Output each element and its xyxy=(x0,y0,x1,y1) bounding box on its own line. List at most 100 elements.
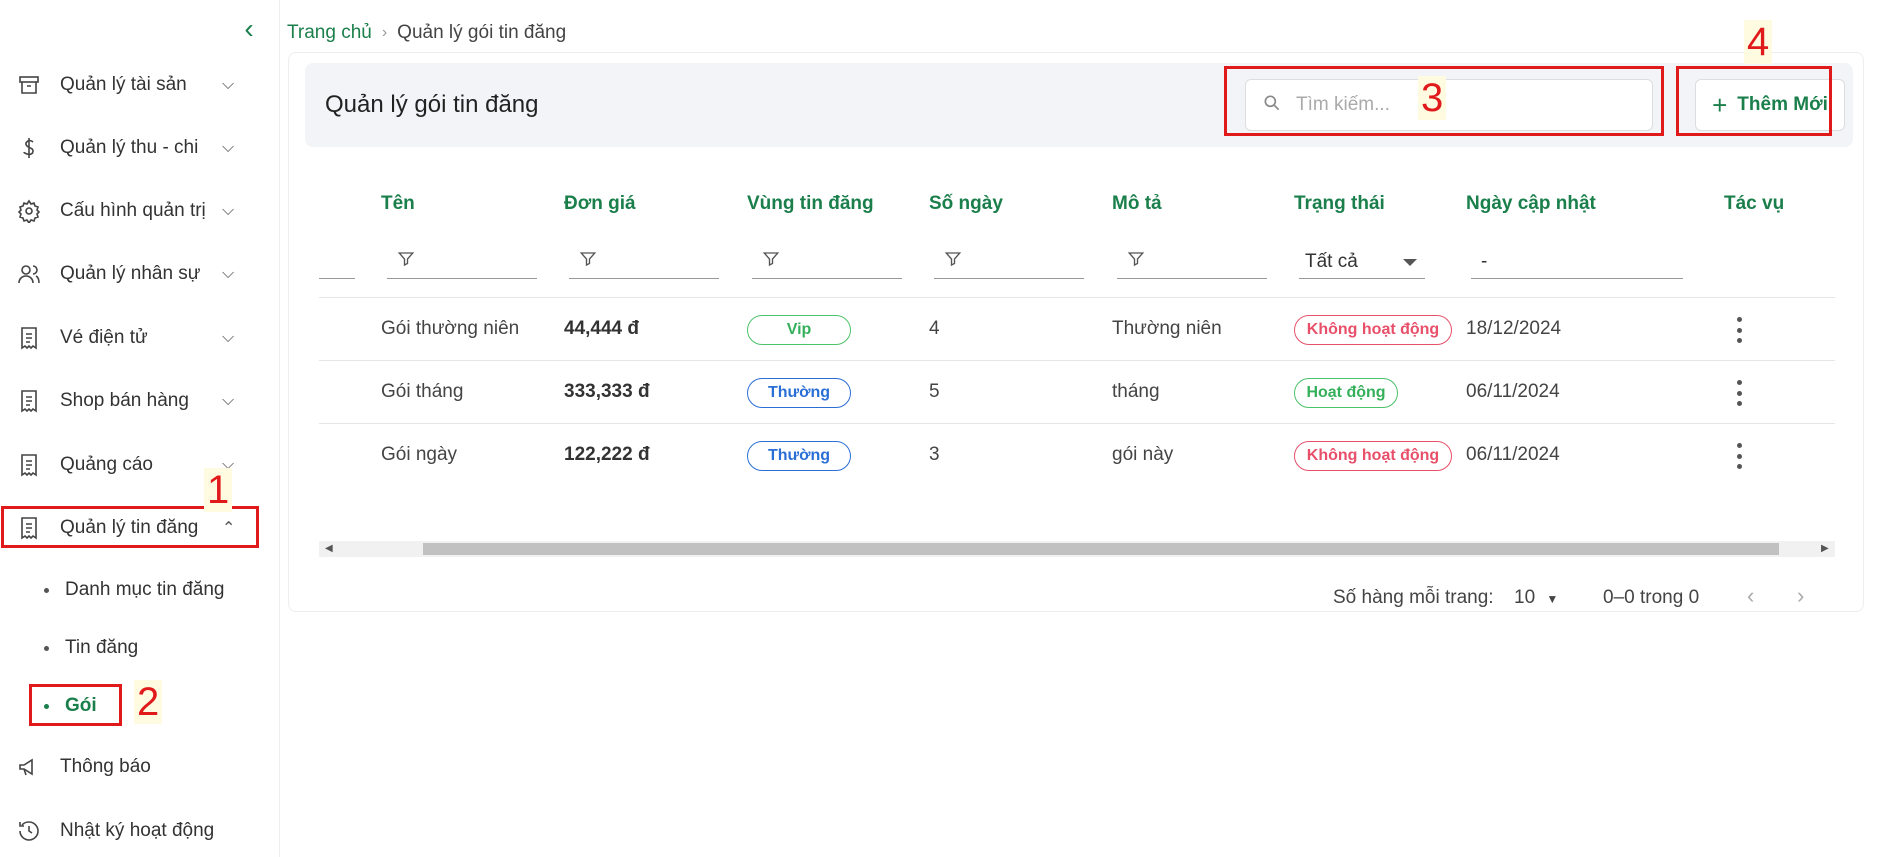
column-header-updated[interactable]: Ngày cập nhật xyxy=(1466,193,1596,215)
scrollbar-thumb[interactable] xyxy=(423,543,1779,555)
bullet-dot xyxy=(44,703,49,709)
archive-icon xyxy=(16,72,42,98)
filter-icon xyxy=(762,250,780,273)
sidebar-item-activity-log[interactable]: Nhật ký hoạt động xyxy=(0,805,260,857)
column-header-price[interactable]: Đơn giá xyxy=(564,193,636,215)
sidebar-subitem-label: Gói xyxy=(65,695,97,716)
sidebar-item-income-expense[interactable]: Quản lý thu - chi ⌵ xyxy=(0,122,260,174)
sidebar-item-staff[interactable]: Quản lý nhân sự ⌵ xyxy=(0,248,260,300)
sidebar-subitem-label: Tin đăng xyxy=(65,637,139,658)
filter-icon xyxy=(579,250,597,273)
rows-per-page-label: Số hàng mỗi trang: xyxy=(1333,587,1494,608)
cell-updated: 18/12/2024 xyxy=(1466,318,1562,339)
row-divider xyxy=(319,360,1835,361)
sidebar-subitem-label: Danh mục tin đăng xyxy=(65,579,225,600)
status-badge: Không hoạt động xyxy=(1294,441,1452,471)
content-card: Quản lý gói tin đăng + Thêm Mới Tên Đơn … xyxy=(288,52,1864,612)
status-badge: Không hoạt động xyxy=(1294,315,1452,345)
cell-name: Gói ngày xyxy=(381,444,458,465)
sidebar-item-shop[interactable]: Shop bán hàng ⌵ xyxy=(0,375,260,427)
filter-region[interactable] xyxy=(752,245,902,279)
annotation-marker-2: 2 xyxy=(134,680,163,724)
cell-updated: 06/11/2024 xyxy=(1466,381,1560,402)
chevron-down-icon: ⌵ xyxy=(222,392,235,409)
cell-days: 3 xyxy=(929,444,940,465)
sidebar-item-admin-config[interactable]: Cấu hình quản trị ⌵ xyxy=(0,185,260,237)
breadcrumb: Trang chủ › Quản lý gói tin đăng xyxy=(287,22,566,44)
sidebar-item-notifications[interactable]: Thông báo xyxy=(0,741,260,793)
filter-days[interactable] xyxy=(934,245,1084,279)
rows-per-page-select[interactable]: 10 ▼ xyxy=(1514,587,1558,609)
annotation-marker-1: 1 xyxy=(204,468,233,512)
filter-date-value: - xyxy=(1481,250,1488,272)
sidebar-subitem-packages[interactable]: Gói xyxy=(44,686,97,726)
breadcrumb-home-link[interactable]: Trang chủ xyxy=(287,22,372,44)
column-header-actions: Tác vụ xyxy=(1724,193,1785,214)
filter-icon xyxy=(397,250,415,273)
filter-icon xyxy=(944,250,962,273)
filter-name[interactable] xyxy=(387,245,537,279)
annotation-marker-3: 3 xyxy=(1418,76,1447,120)
more-options-icon[interactable] xyxy=(1735,380,1743,406)
filter-description[interactable] xyxy=(1117,245,1267,279)
search-box[interactable] xyxy=(1245,79,1653,131)
filter-status-select[interactable]: Tất cả xyxy=(1299,245,1425,279)
chevron-down-icon: ⌵ xyxy=(222,329,235,346)
sidebar-item-assets[interactable]: Quản lý tài sản ⌵ xyxy=(0,59,260,111)
more-options-icon[interactable] xyxy=(1735,317,1743,343)
chevron-down-icon: ⌵ xyxy=(222,202,235,219)
row-divider xyxy=(319,297,1835,298)
gear-icon xyxy=(16,198,42,224)
bullet-dot xyxy=(44,587,49,593)
sidebar-item-label: Quảng cáo xyxy=(60,454,153,475)
scroll-left-icon[interactable]: ◀ xyxy=(325,541,333,557)
sidebar-item-label: Cấu hình quản trị xyxy=(60,200,206,221)
annotation-marker-4: 4 xyxy=(1744,20,1773,64)
cell-description: tháng xyxy=(1112,381,1160,402)
receipt-icon xyxy=(16,452,42,478)
sidebar: ‹ Quản lý tài sản ⌵ Quản lý thu - chi ⌵ … xyxy=(0,0,280,857)
caret-down-icon xyxy=(1403,259,1417,266)
more-options-icon[interactable] xyxy=(1735,443,1743,469)
breadcrumb-current: Quản lý gói tin đăng xyxy=(397,22,567,43)
region-badge: Thường xyxy=(747,441,851,471)
plus-icon: + xyxy=(1712,89,1728,120)
sidebar-item-label: Quản lý tin đăng xyxy=(60,517,199,538)
column-header-name[interactable]: Tên xyxy=(381,193,415,215)
add-new-button[interactable]: + Thêm Mới xyxy=(1695,79,1845,131)
cell-name: Gói thường niên xyxy=(381,318,520,339)
filter-price[interactable] xyxy=(569,245,719,279)
region-badge: Thường xyxy=(747,378,851,408)
next-page-icon[interactable]: › xyxy=(1797,583,1804,609)
cell-updated: 06/11/2024 xyxy=(1466,444,1560,465)
scroll-right-icon[interactable]: ▶ xyxy=(1821,541,1829,557)
row-divider xyxy=(319,423,1835,424)
column-header-description[interactable]: Mô tả xyxy=(1112,193,1162,215)
region-badge: Vip xyxy=(747,315,851,345)
receipt-icon xyxy=(16,515,42,541)
pagination-range: 0–0 trong 0 xyxy=(1603,587,1700,608)
column-header-days[interactable]: Số ngày xyxy=(929,193,1003,215)
sidebar-subitem-listing-categories[interactable]: Danh mục tin đăng xyxy=(44,570,225,610)
filter-status-value: Tất cả xyxy=(1305,250,1358,272)
filter-select-all[interactable] xyxy=(319,245,355,279)
sidebar-item-label: Thông báo xyxy=(60,756,151,777)
sidebar-item-e-ticket[interactable]: Vé điện tử ⌵ xyxy=(0,312,260,364)
cell-description: gói này xyxy=(1112,444,1174,465)
receipt-icon xyxy=(16,325,42,351)
column-header-status[interactable]: Trạng thái xyxy=(1294,193,1385,215)
collapse-sidebar-icon[interactable]: ‹ xyxy=(234,14,264,44)
dollar-icon xyxy=(16,135,42,161)
filter-icon xyxy=(1127,250,1145,273)
sidebar-subitem-listings[interactable]: Tin đăng xyxy=(44,628,138,668)
filter-updated-date[interactable]: - xyxy=(1471,245,1683,279)
breadcrumb-separator-icon: › xyxy=(381,24,388,41)
cell-days: 5 xyxy=(929,381,940,402)
column-header-region[interactable]: Vùng tin đăng xyxy=(747,193,874,215)
card-header: Quản lý gói tin đăng + Thêm Mới xyxy=(305,63,1853,147)
prev-page-icon[interactable]: ‹ xyxy=(1747,583,1754,609)
cell-name: Gói tháng xyxy=(381,381,464,402)
chevron-down-icon: ⌵ xyxy=(222,265,235,282)
bullet-dot xyxy=(44,645,49,651)
history-icon xyxy=(16,818,42,844)
